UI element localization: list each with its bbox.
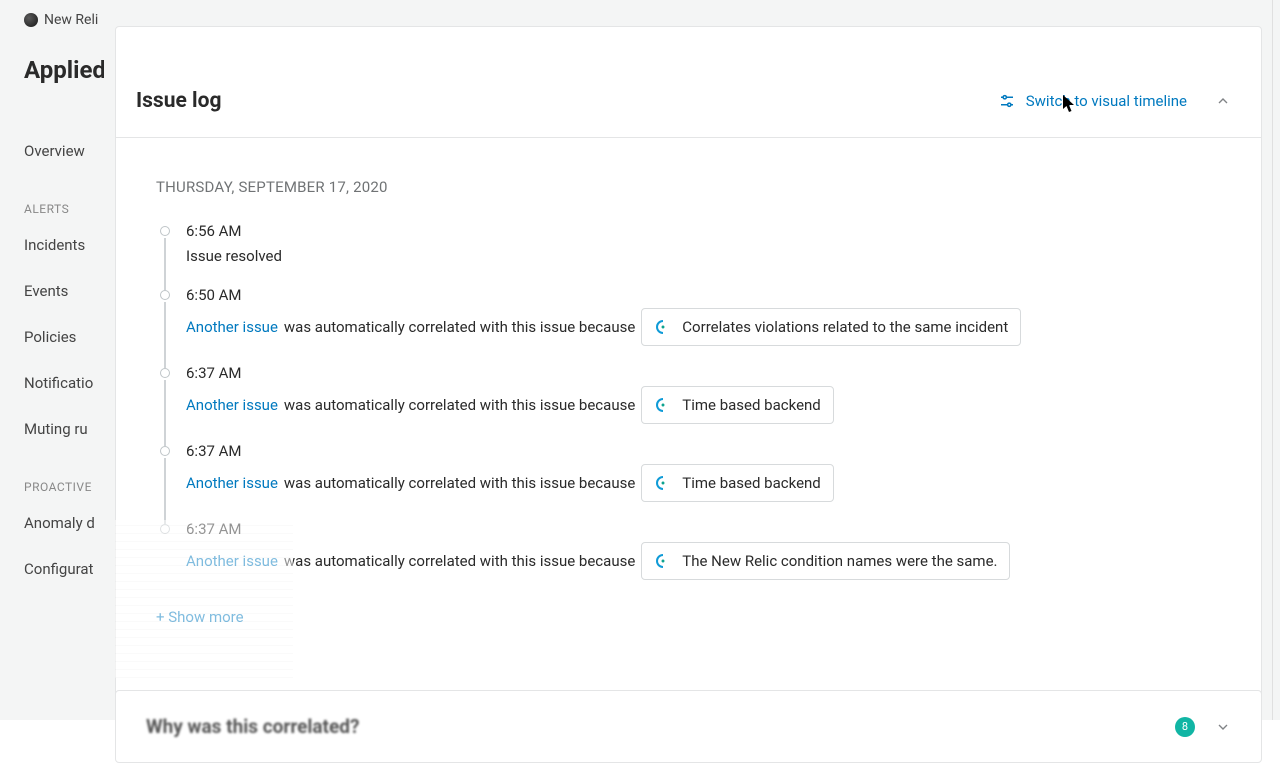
correlation-reason-chip[interactable]: Time based backend [641,386,833,424]
timeline-mid-text: was automatically correlated with this i… [284,393,635,417]
expand-button[interactable] [1215,719,1231,735]
timeline-time: 6:37 AM [186,364,1221,382]
correlation-reason-text: Time based backend [682,393,820,417]
sliders-icon [998,92,1016,110]
timeline-text: Another issue was automatically correlat… [186,542,1221,580]
timeline-mid-text: was automatically correlated with this i… [284,471,635,495]
collapse-button[interactable] [1215,93,1231,109]
show-more-link[interactable]: + Show more [156,608,244,626]
panel-header-actions: Switch to visual timeline [998,92,1231,110]
timeline-text: Another issue was automatically correlat… [186,464,1221,502]
issue-log-panel: Issue log Switch to visual timeline THUR… [115,26,1262,720]
switch-visual-timeline-link[interactable]: Switch to visual timeline [998,92,1187,110]
timeline-mid-text: was automatically correlated with this i… [284,549,635,573]
timeline-time: 6:56 AM [186,222,1221,240]
panel-header: Issue log Switch to visual timeline [116,61,1261,138]
timeline-dot-icon [160,446,170,456]
timeline-line [164,302,166,368]
timeline-text: Another issue was automatically correlat… [186,308,1221,346]
timeline: 6:56 AM Issue resolved 6:50 AM Another i… [156,222,1221,580]
timeline-item: 6:50 AM Another issue was automatically … [160,286,1221,364]
timeline-line [164,238,166,290]
timeline-plain-text: Issue resolved [186,244,282,268]
timeline-time: 6:37 AM [186,520,1221,538]
brand-text: New Reli [44,12,98,28]
timeline-mid-text: was automatically correlated with this i… [284,315,635,339]
timeline-item: 6:56 AM Issue resolved [160,222,1221,286]
timeline-line [164,380,166,446]
timeline-item: 6:37 AM Another issue was automatically … [160,520,1221,580]
correlation-reason-text: Correlates violations related to the sam… [682,315,1008,339]
timeline-line [164,458,166,524]
timeline-text: Issue resolved [186,244,1221,268]
timeline-item: 6:37 AM Another issue was automatically … [160,364,1221,442]
newrelic-icon [654,396,672,414]
panel-body: THURSDAY, SEPTEMBER 17, 2020 6:56 AM Iss… [116,138,1261,646]
timeline-text: Another issue was automatically correlat… [186,386,1221,424]
scrollbar-gutter[interactable] [1272,0,1280,720]
related-issue-link[interactable]: Another issue [186,393,278,417]
newrelic-icon [654,552,672,570]
timeline-time: 6:37 AM [186,442,1221,460]
correlation-panel: Why was this correlated? 8 [115,690,1262,763]
log-date-heading: THURSDAY, SEPTEMBER 17, 2020 [156,178,1221,196]
timeline-dot-icon [160,290,170,300]
related-issue-link[interactable]: Another issue [186,471,278,495]
panel-title: Issue log [136,89,221,113]
correlation-reason-text: Time based backend [682,471,820,495]
chevron-up-icon [1215,93,1231,109]
correlation-reason-chip[interactable]: The New Relic condition names were the s… [641,542,1010,580]
switch-visual-timeline-label: Switch to visual timeline [1026,92,1187,110]
correlation-reason-chip[interactable]: Correlates violations related to the sam… [641,308,1021,346]
timeline-dot-icon [160,524,170,534]
chevron-down-icon [1215,719,1231,735]
timeline-dot-icon [160,368,170,378]
related-issue-link[interactable]: Another issue [186,549,278,573]
newrelic-icon [654,474,672,492]
correlation-reason-chip[interactable]: Time based backend [641,464,833,502]
timeline-item: 6:37 AM Another issue was automatically … [160,442,1221,520]
newrelic-icon [654,318,672,336]
timeline-dot-icon [160,226,170,236]
related-issue-link[interactable]: Another issue [186,315,278,339]
correlation-reason-text: The New Relic condition names were the s… [682,549,997,573]
timeline-time: 6:50 AM [186,286,1221,304]
correlation-panel-title: Why was this correlated? [146,715,359,738]
brand-dot-icon [24,13,38,27]
